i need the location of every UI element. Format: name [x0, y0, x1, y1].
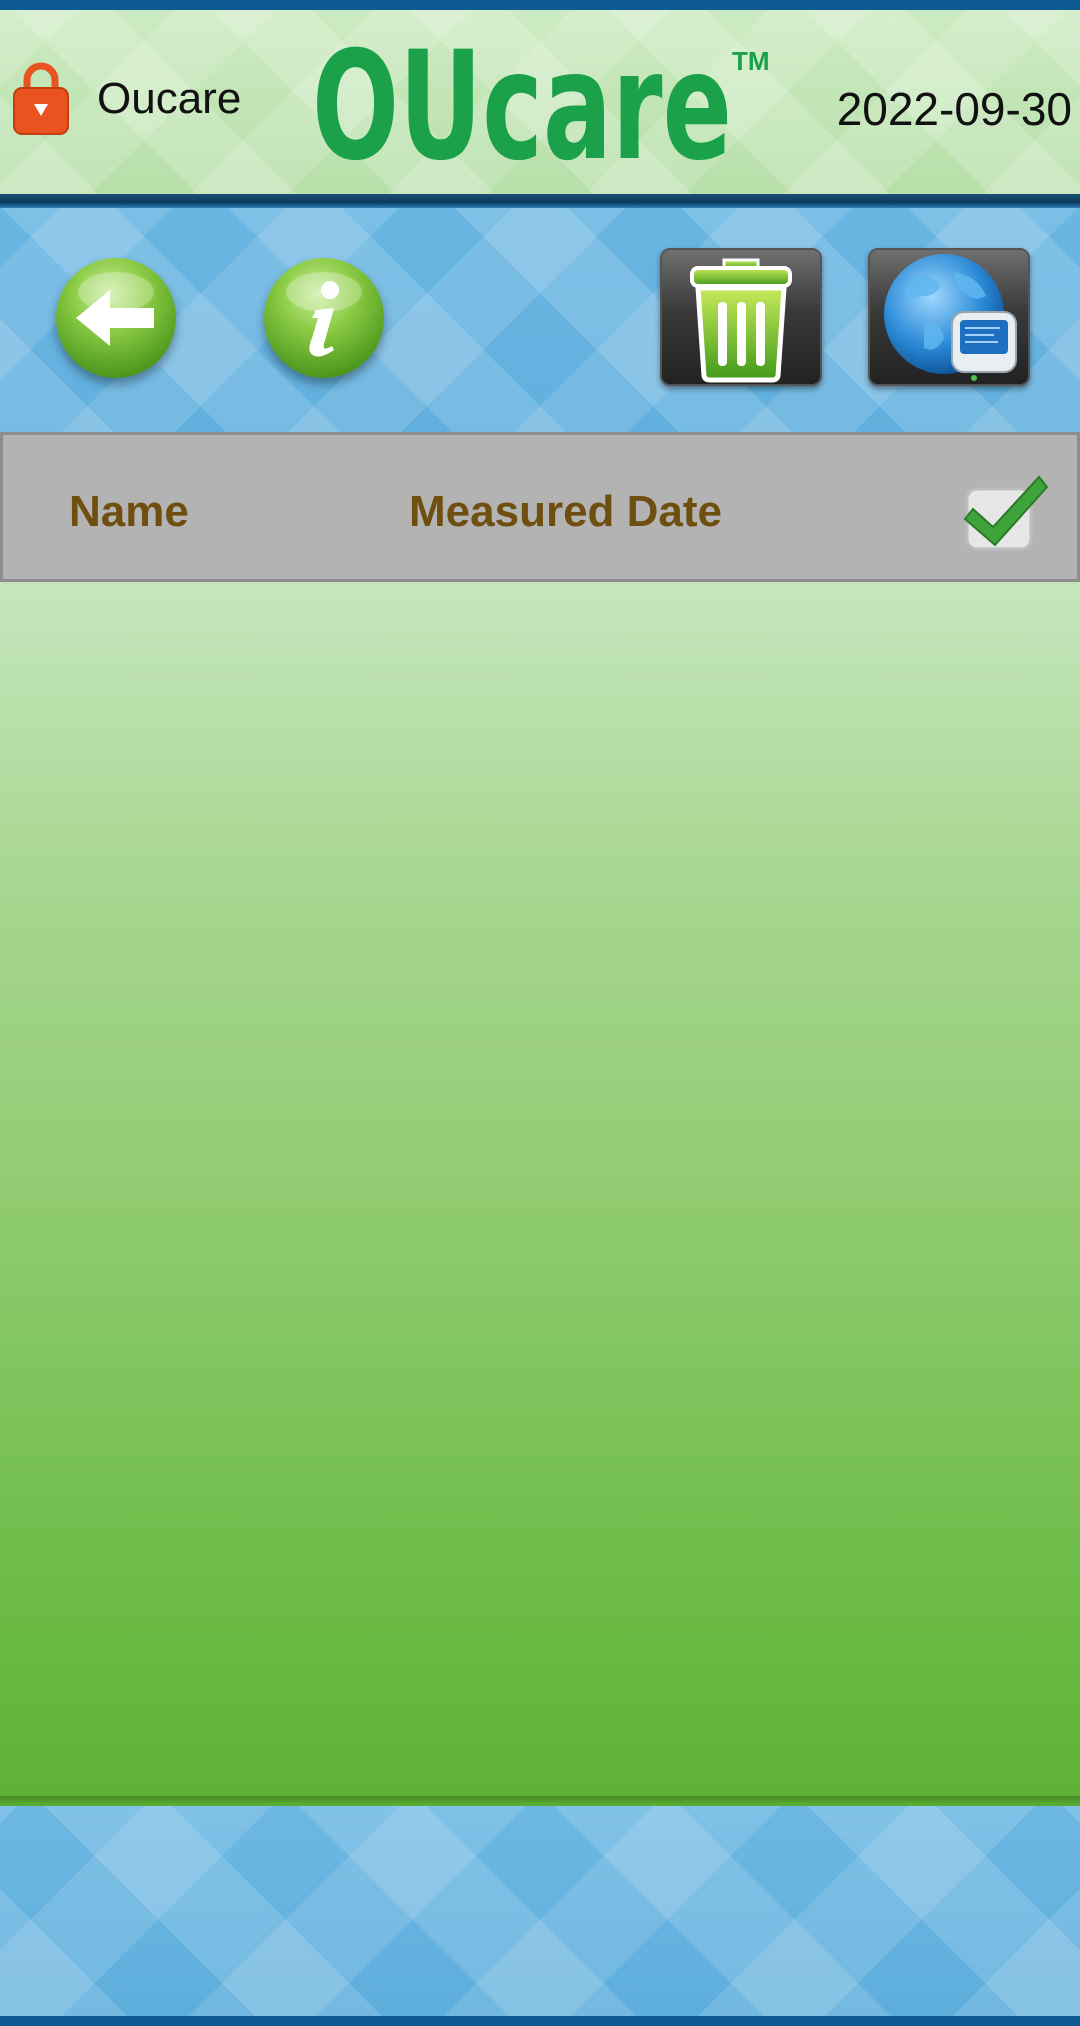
trash-icon	[690, 258, 792, 383]
arrow-left-icon	[76, 272, 154, 346]
footer-bar	[0, 1806, 1080, 2016]
lock-icon[interactable]	[12, 60, 70, 136]
header-date: 2022-09-30	[836, 83, 1072, 135]
info-button[interactable]	[264, 258, 384, 378]
back-button[interactable]	[56, 258, 176, 378]
svg-text:OUcare: OUcare	[312, 40, 732, 170]
trademark-mark: TM	[732, 46, 770, 76]
globe-computer-icon	[884, 254, 1017, 381]
checkmark-icon	[963, 475, 1049, 551]
column-measured-date: Measured Date	[409, 487, 723, 536]
list-bottom-shadow	[0, 1796, 1080, 1806]
select-all-checkbox[interactable]	[963, 469, 1049, 553]
bottom-edge	[0, 2016, 1080, 2026]
user-name: Oucare	[97, 74, 242, 123]
header-divider	[0, 194, 1080, 208]
column-name: Name	[69, 487, 189, 536]
upload-button[interactable]	[868, 248, 1030, 386]
delete-button[interactable]	[660, 248, 822, 386]
oucare-logo: OUcare	[312, 20, 732, 194]
records-list[interactable]	[0, 582, 1080, 1804]
table-header: Name Measured Date	[0, 432, 1080, 582]
info-icon	[286, 272, 362, 357]
top-edge	[0, 0, 1080, 10]
